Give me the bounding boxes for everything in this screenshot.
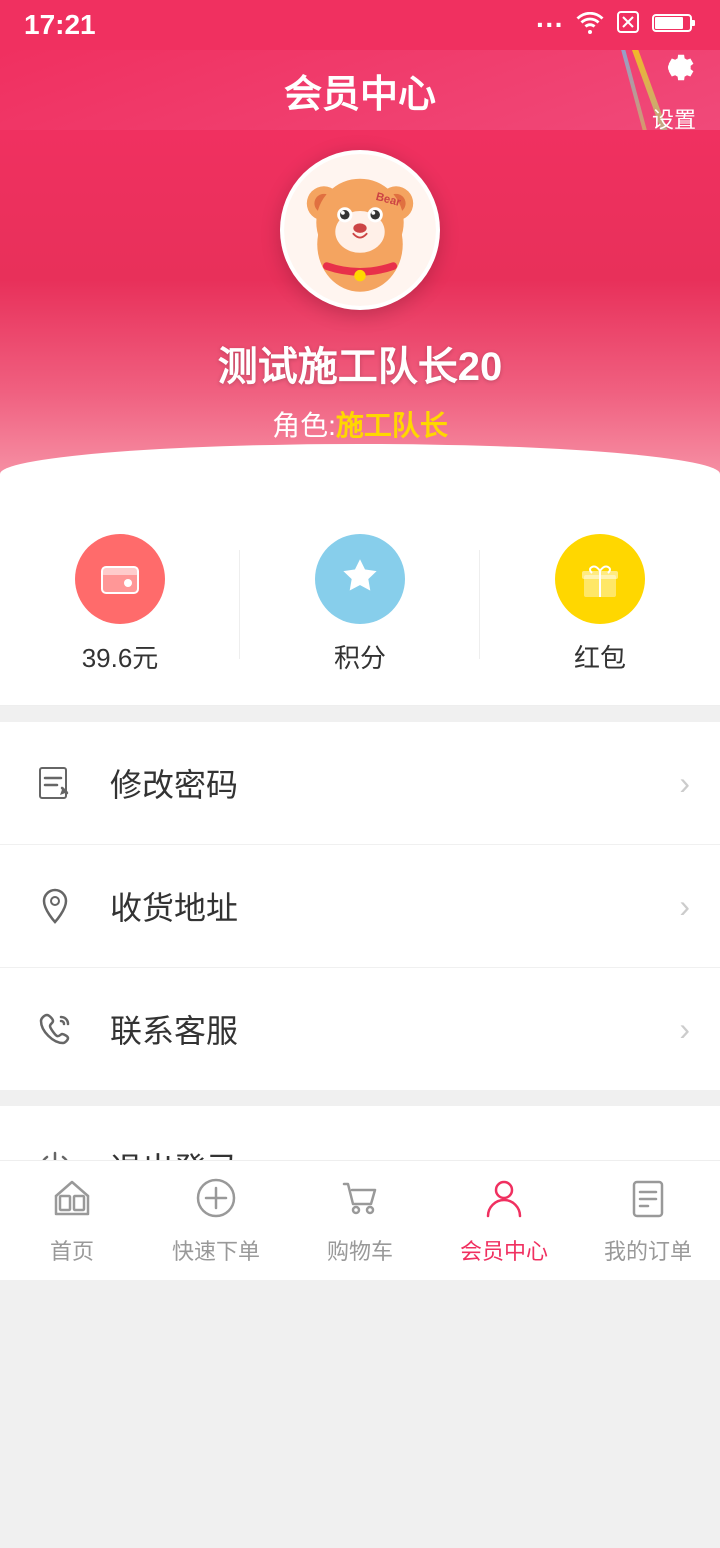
menu-item-change-password[interactable]: 修改密码 ›	[0, 722, 720, 845]
role-row: 角色: 施工队长	[272, 404, 448, 444]
status-icons: ···	[536, 9, 696, 41]
status-time: 17:21	[24, 9, 96, 41]
nav-home-label: 首页	[50, 1234, 94, 1266]
stats-section: 39.6元 积分 红包	[0, 504, 720, 706]
chevron-right-icon: ›	[679, 1011, 690, 1048]
username: 测试施工队长20	[218, 334, 503, 392]
settings-button[interactable]: 设置	[652, 50, 696, 135]
stat-redpacket[interactable]: 红包	[480, 514, 720, 695]
stat-wallet-label: 39.6元	[82, 638, 159, 675]
chevron-right-icon: ›	[679, 765, 690, 802]
edit-icon	[30, 758, 80, 808]
stat-points-label: 积分	[334, 638, 386, 675]
menu-section: 修改密码 › 收货地址 › 联系客服 ›	[0, 722, 720, 1090]
battery-icon	[652, 9, 696, 41]
nav-orders-label: 我的订单	[604, 1234, 692, 1266]
bottom-nav: 首页 快速下单 购物车 会员	[0, 1160, 720, 1280]
orders-icon	[626, 1176, 670, 1228]
star-icon	[315, 534, 405, 624]
customer-service-label: 联系客服	[110, 1006, 679, 1052]
chevron-right-icon: ›	[679, 888, 690, 925]
cart-icon	[338, 1176, 382, 1228]
nav-cart-label: 购物车	[327, 1234, 393, 1266]
role-label: 角色:	[272, 404, 336, 444]
shipping-address-label: 收货地址	[110, 883, 679, 929]
gift-icon	[555, 534, 645, 624]
home-icon	[50, 1176, 94, 1228]
close-icon	[616, 9, 640, 41]
nav-quick-order-label: 快速下单	[172, 1234, 260, 1266]
phone-icon	[30, 1004, 80, 1054]
bottom-padding	[0, 1428, 720, 1548]
nav-orders[interactable]: 我的订单	[576, 1161, 720, 1280]
nav-home[interactable]: 首页	[0, 1161, 144, 1280]
stat-points[interactable]: 积分	[240, 514, 480, 695]
profile-section: Bear 测试施工队长20 角色: 施工队长	[0, 130, 720, 504]
header: 会员中心 设置	[0, 50, 720, 504]
status-bar: 17:21 ···	[0, 0, 720, 50]
avatar: Bear	[280, 150, 440, 310]
nav-cart[interactable]: 购物车	[288, 1161, 432, 1280]
stat-wallet[interactable]: 39.6元	[0, 514, 240, 695]
signal-icon: ···	[536, 9, 564, 41]
location-icon	[30, 881, 80, 931]
stat-redpacket-label: 红包	[574, 638, 626, 675]
menu-item-shipping-address[interactable]: 收货地址 ›	[0, 845, 720, 968]
wifi-icon	[576, 9, 604, 41]
gear-icon	[652, 50, 696, 101]
change-password-label: 修改密码	[110, 760, 679, 806]
nav-member[interactable]: 会员中心	[432, 1161, 576, 1280]
wallet-icon	[75, 534, 165, 624]
menu-item-customer-service[interactable]: 联系客服 ›	[0, 968, 720, 1090]
page-title: 会员中心	[284, 63, 436, 118]
person-icon	[482, 1176, 526, 1228]
role-value: 施工队长	[336, 404, 448, 444]
quick-order-icon	[194, 1176, 238, 1228]
nav-quick-order[interactable]: 快速下单	[144, 1161, 288, 1280]
nav-member-label: 会员中心	[460, 1234, 548, 1266]
